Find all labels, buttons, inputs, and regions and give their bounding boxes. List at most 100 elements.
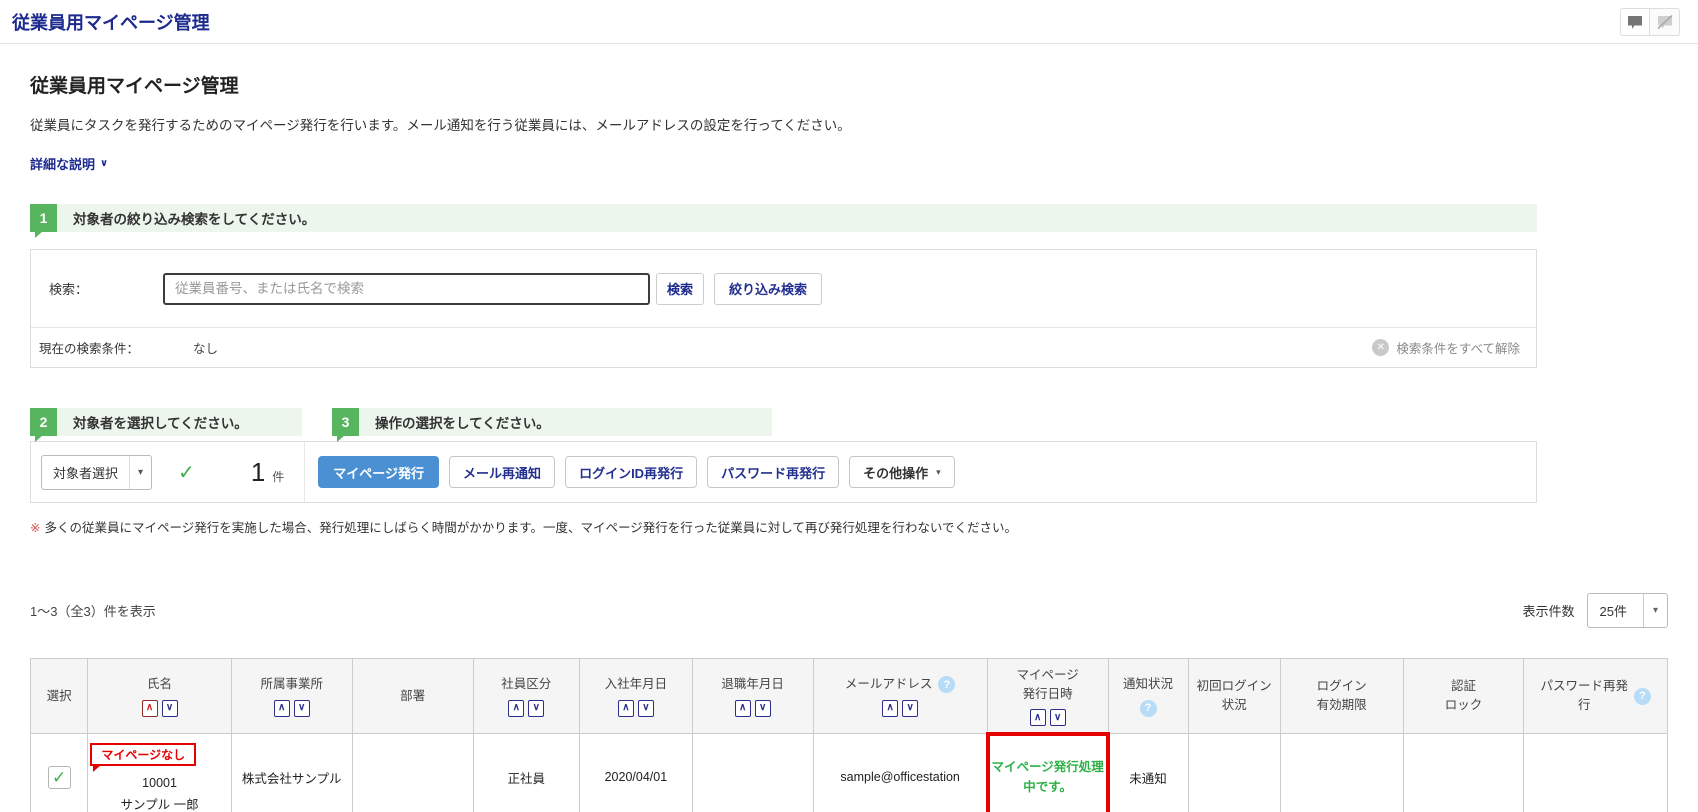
page-description: 従業員にタスクを発行するためのマイページ発行を行います。メール通知を行う従業員に… [30,118,851,133]
col-notify-status: 通知状況 ? [1107,658,1189,734]
sort-asc-button[interactable]: ∧ [1029,709,1046,727]
col-leave-date: 退職年月日 ∧ ∨ [691,658,814,734]
warning-note: ※ 多くの従業員にマイページ発行を実施した場合、発行処理にしばらく時間がかかります… [30,521,1017,535]
cell-login-expiry [1279,733,1404,812]
close-icon: ✕ [1372,339,1390,356]
step2-text: 対象者を選択してください。 [73,416,248,431]
row-checkbox[interactable]: ✓ [47,765,71,789]
header-row: 選択 氏名 ∧ ∨ 所属事業所 ∧ ∨ 部署 社員区分 ∧ ∨ 入社年月日 ∧ ∨ [29,658,1668,734]
resend-mail-button[interactable]: メール再通知 [449,456,556,488]
help-icon[interactable]: ? [1634,687,1651,705]
sort-desc-button[interactable]: ∨ [637,699,654,717]
page-size-label: 表示件数 [1522,604,1575,619]
sort-desc-button[interactable]: ∨ [161,699,178,717]
cell-password-reissue [1523,733,1668,812]
search-input[interactable] [163,272,650,305]
caret-down-icon: ▾ [936,466,941,477]
cell-employment-type: 正社員 [472,733,581,812]
app-title: 従業員用マイページ管理 [12,12,210,33]
step1-number: 1 [30,204,57,238]
col-password-reissue: パスワード再発 行? [1523,658,1668,734]
cell-leave-date [691,733,814,812]
help-icon[interactable]: ? [1139,699,1157,717]
caret-down-icon: ▾ [129,455,151,489]
step3-number: 3 [332,408,359,442]
clear-all-conditions-link[interactable]: ✕ 検索条件をすべて解除 [1372,338,1520,357]
cell-select: ✓ [29,733,89,812]
sort-asc-button[interactable]: ∧ [141,699,158,717]
step3-text: 操作の選択をしてください。 [375,416,550,431]
sort-asc-button[interactable]: ∧ [508,699,525,717]
current-conditions-value: なし [193,342,219,356]
chevron-down-icon: ∨ [100,158,109,169]
action-toolbar: 対象者選択 ▾ ✓ 1 件 マイページ発行 メール再通知 ログインID再発行 パ… [30,441,1537,503]
sort-desc-button[interactable]: ∨ [902,699,919,717]
cell-email: sample@officestation [812,733,988,812]
toolbar-divider [304,442,306,502]
result-summary: 1～3（全3）件を表示 [30,604,156,619]
cell-auth-lock [1402,733,1525,812]
cell-notify-status: 未通知 [1107,733,1189,812]
current-conditions-label: 現在の検索条件： [39,342,140,356]
cell-first-login-status [1187,733,1281,812]
step1-text: 対象者の絞り込み検索をしてください。 [73,212,316,227]
help-icon[interactable]: ? [938,676,956,693]
tooltip-off-button[interactable] [1650,8,1680,36]
sort-desc-button[interactable]: ∨ [293,699,310,717]
step1-banner: 1 対象者の絞り込み検索をしてください。 [30,204,1537,238]
issue-mypage-button[interactable]: マイページ発行 [318,456,440,488]
cell-name: マイページなし 10001 サンプル 一郎 [87,733,232,812]
employee-number: 10001 [142,776,177,790]
detail-description-link[interactable]: 詳細な説明 ∨ [30,154,108,173]
col-login-expiry: ログイン 有効期限 [1279,658,1404,734]
topbar-tools [1620,8,1680,36]
caret-down-icon: ▾ [1642,594,1667,627]
col-department: 部署 [351,658,474,734]
top-bar: 従業員用マイページ管理 [0,0,1698,44]
cell-office: 株式会社サンプル [230,733,353,812]
col-auth-lock: 認証 ロック [1402,658,1525,734]
cell-mypage-issued-at: マイページ発行処理 中です。 [985,732,1110,812]
col-first-login-status: 初回ログイン 状況 [1187,658,1281,734]
sort-asc-button[interactable]: ∧ [273,699,290,717]
step2-number: 2 [30,408,57,442]
step3-banner: 3 操作の選択をしてください。 [332,408,772,442]
reissue-password-button[interactable]: パスワード再発行 [707,456,840,488]
col-office: 所属事業所 ∧ ∨ [230,658,353,734]
sort-asc-button[interactable]: ∧ [882,699,899,717]
page-size-select[interactable]: 25件 ▾ [1586,593,1668,628]
search-label: 検索： [49,282,89,297]
sort-asc-button[interactable]: ∧ [617,699,634,717]
employee-table: 選択 氏名 ∧ ∨ 所属事業所 ∧ ∨ 部署 社員区分 ∧ ∨ 入社年月日 ∧ ∨ [29,658,1668,812]
cell-department [351,733,474,812]
sort-desc-button[interactable]: ∨ [1049,709,1066,727]
no-mypage-badge: マイページなし [90,743,197,772]
col-email: メールアドレス? ∧ ∨ [812,658,988,734]
step2-banner: 2 対象者を選択してください。 [30,408,302,442]
mypage-issuing-status: マイページ発行処理 中です。 [991,760,1104,794]
cell-hire-date: 2020/04/01 [579,733,693,812]
sort-asc-button[interactable]: ∧ [734,699,751,717]
check-icon: ✓ [52,767,67,787]
col-hire-date: 入社年月日 ∧ ∨ [579,658,693,734]
sort-desc-button[interactable]: ∨ [754,699,771,717]
reissue-loginid-button[interactable]: ログインID再発行 [565,456,698,488]
col-employment-type: 社員区分 ∧ ∨ [472,658,581,734]
search-button[interactable]: 検索 [656,272,705,305]
other-actions-dropdown[interactable]: その他操作 ▾ [849,456,955,488]
page-title: 従業員用マイページ管理 [30,76,239,97]
col-mypage-issued-at: マイページ 発行日時 ∧ ∨ [986,658,1109,734]
speech-bubble-icon [1627,15,1643,30]
filter-search-button[interactable]: 絞り込み検索 [714,272,823,305]
tooltip-on-button[interactable] [1620,8,1650,36]
sort-desc-button[interactable]: ∨ [528,699,545,717]
selected-count: 1 件 [250,456,285,487]
speech-bubble-off-icon [1656,14,1673,30]
employee-name: サンプル 一郎 [120,798,199,812]
target-select-dropdown[interactable]: 対象者選択 ▾ [41,454,153,490]
check-icon: ✓ [178,461,195,484]
col-select: 選択 [29,658,89,734]
main-content: 従業員用マイページ管理 従業員にタスクを発行するためのマイページ発行を行います。… [0,71,1698,812]
col-name: 氏名 ∧ ∨ [87,658,232,734]
table-row: ✓ マイページなし 10001 サンプル 一郎 株式会社サンプル 正社員 202… [29,732,1668,812]
